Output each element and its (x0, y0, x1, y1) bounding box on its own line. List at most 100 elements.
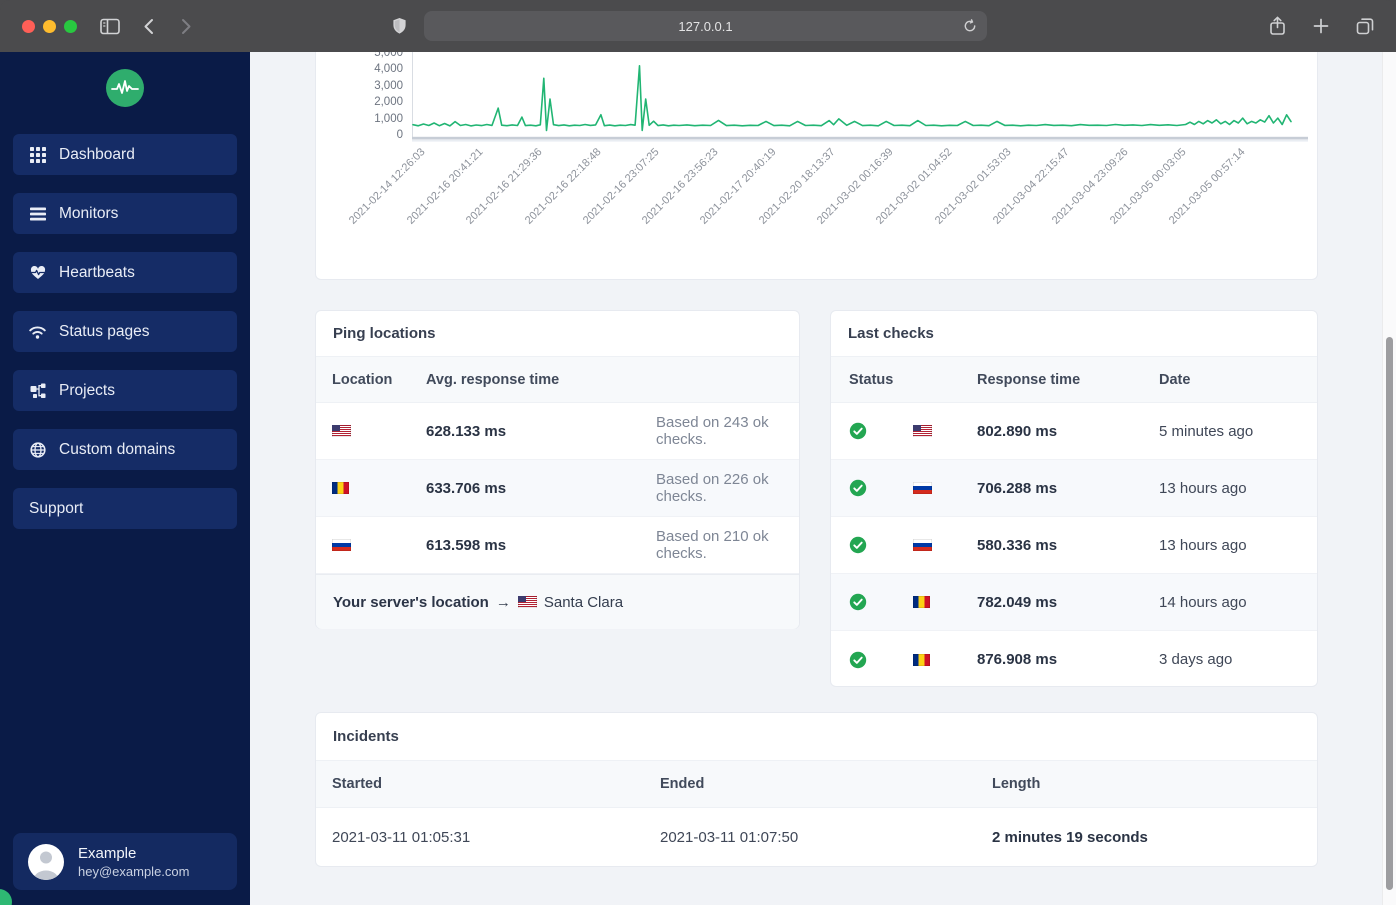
us-flag-icon (332, 425, 351, 437)
server-location-label: Your server's location (333, 593, 489, 611)
y-tick-label: 0 (396, 129, 403, 141)
check-date: 13 hours ago (1159, 536, 1247, 554)
column-header: Avg. response time (426, 371, 560, 388)
check-date: 3 days ago (1159, 651, 1233, 668)
incident-started: 2021-03-11 01:05:31 (332, 829, 471, 846)
plus-icon (1313, 18, 1329, 34)
avatar (28, 843, 64, 880)
column-header: Length (992, 776, 1041, 792)
card-title: Ping locations (316, 311, 799, 357)
response-time: 782.049 ms (977, 593, 1058, 611)
address-bar[interactable]: 127.0.0.1 (424, 11, 987, 41)
x-tick-label: 2021-03-05 00:03:05 (1108, 146, 1189, 227)
check-circle-icon (849, 651, 867, 668)
sidebar: Dashboard Monitors Heartbeats Status pag… (0, 52, 250, 905)
x-tick-label: 2021-02-16 20:41:21 (405, 146, 487, 227)
back-button[interactable] (133, 11, 163, 41)
x-tick-label: 2021-03-02 01:53:03 (932, 146, 1014, 227)
grid-icon (29, 146, 46, 163)
x-tick-label: 2021-02-16 23:56:23 (639, 146, 721, 227)
close-window-button[interactable] (22, 19, 35, 33)
checks-note: Based on 210 ok checks. (656, 528, 769, 562)
sidebar-item-label: Projects (59, 381, 115, 399)
ru-flag-icon (913, 482, 932, 494)
privacy-report-button[interactable] (384, 11, 414, 41)
table-row: 633.706 ms Based on 226 ok checks. (316, 460, 799, 517)
x-tick-label: 2021-03-04 22:15:47 (991, 146, 1072, 227)
response-time: 802.890 ms (977, 422, 1058, 440)
scrollbar-track (1382, 52, 1396, 905)
pulse-logo-icon (111, 78, 139, 98)
avg-response-time: 633.706 ms (426, 479, 507, 497)
check-circle-icon (849, 422, 867, 440)
y-tick-label: 5,000 (374, 52, 403, 59)
y-tick-label: 1,000 (374, 112, 403, 125)
y-tick-label: 2,000 (374, 96, 403, 109)
sidebar-item-heartbeats[interactable]: Heartbeats (13, 252, 237, 293)
last-checks-card: Last checks Status Response time Date 80… (830, 310, 1318, 687)
avg-response-time: 628.133 ms (426, 422, 507, 440)
sidebar-item-label: Support (29, 499, 84, 517)
share-button[interactable] (1262, 11, 1292, 41)
server-location-footer: Your server's location → Santa Clara (316, 574, 799, 629)
sidebar-toggle-button[interactable] (95, 11, 125, 41)
card-title: Incidents (316, 713, 1317, 761)
minimize-window-button[interactable] (43, 19, 56, 33)
x-tick-label: 2021-02-16 21:29:36 (463, 146, 545, 227)
new-tab-button[interactable] (1306, 11, 1336, 41)
share-icon (1269, 16, 1286, 36)
response-time-chart: 0 1,000 2,000 3,000 4,000 5,000 2021-02-14 12… (316, 52, 1317, 279)
tab-overview-button[interactable] (1350, 11, 1380, 41)
globe-icon (29, 441, 46, 458)
response-time: 876.908 ms (977, 651, 1058, 668)
sidebar-item-monitors[interactable]: Monitors (13, 193, 237, 234)
sidebar-item-support[interactable]: Support (13, 488, 237, 529)
table-row: 706.288 ms 13 hours ago (831, 460, 1317, 517)
sidebar-item-projects[interactable]: Projects (13, 370, 237, 411)
back-chevron-icon (143, 18, 154, 35)
avg-response-time: 613.598 ms (426, 536, 507, 554)
list-icon (29, 205, 46, 222)
x-tick-label: 2021-03-02 01:04:52 (873, 146, 955, 227)
fullscreen-window-button[interactable] (64, 19, 77, 33)
incident-length: 2 minutes 19 seconds (992, 829, 1148, 846)
response-time: 706.288 ms (977, 479, 1058, 497)
browser-toolbar: 127.0.0.1 (0, 0, 1396, 52)
user-name: Example (78, 844, 137, 862)
column-header: Status (849, 371, 894, 388)
x-tick-label: 2021-02-14 12:26:03 (346, 146, 428, 227)
wifi-icon (29, 323, 46, 340)
sidebar-item-label: Custom domains (59, 440, 176, 458)
sidebar-item-dashboard[interactable]: Dashboard (13, 134, 237, 175)
table-row: 782.049 ms 14 hours ago (831, 574, 1317, 631)
sidebar-item-custom-domains[interactable]: Custom domains (13, 429, 237, 470)
us-flag-icon (913, 425, 932, 437)
ping-locations-card: Ping locations Location Avg. response ti… (315, 310, 800, 629)
check-circle-icon (849, 479, 867, 497)
x-tick-label: 2021-03-05 00:57:14 (1166, 146, 1248, 227)
reload-button[interactable] (961, 17, 979, 35)
column-header: Response time (977, 371, 1081, 388)
checks-note: Based on 226 ok checks. (656, 471, 769, 505)
app-logo[interactable] (106, 69, 144, 107)
incidents-card: Incidents Started Ended Length 2021-03-1… (315, 712, 1318, 867)
sidebar-item-status-pages[interactable]: Status pages (13, 311, 237, 352)
check-circle-icon (849, 536, 867, 554)
server-city: Santa Clara (543, 593, 624, 611)
arrow-right-icon: → (495, 593, 511, 611)
ru-flag-icon (332, 539, 351, 551)
ru-flag-icon (913, 539, 932, 551)
sidebar-item-label: Monitors (59, 204, 119, 222)
table-header: Started Ended Length (316, 761, 1317, 808)
y-tick-label: 3,000 (374, 79, 403, 92)
incident-ended: 2021-03-11 01:07:50 (660, 829, 799, 846)
x-tick-label: 2021-02-16 22:18:48 (522, 146, 604, 227)
forward-button[interactable] (171, 11, 201, 41)
column-header: Ended (660, 776, 705, 792)
ro-flag-icon (913, 653, 930, 666)
column-header: Date (1159, 371, 1191, 388)
user-menu[interactable]: Example hey@example.com (13, 833, 237, 890)
scrollbar-thumb[interactable] (1386, 337, 1393, 890)
url-text: 127.0.0.1 (678, 18, 733, 34)
table-row: 876.908 ms 3 days ago (831, 631, 1317, 688)
